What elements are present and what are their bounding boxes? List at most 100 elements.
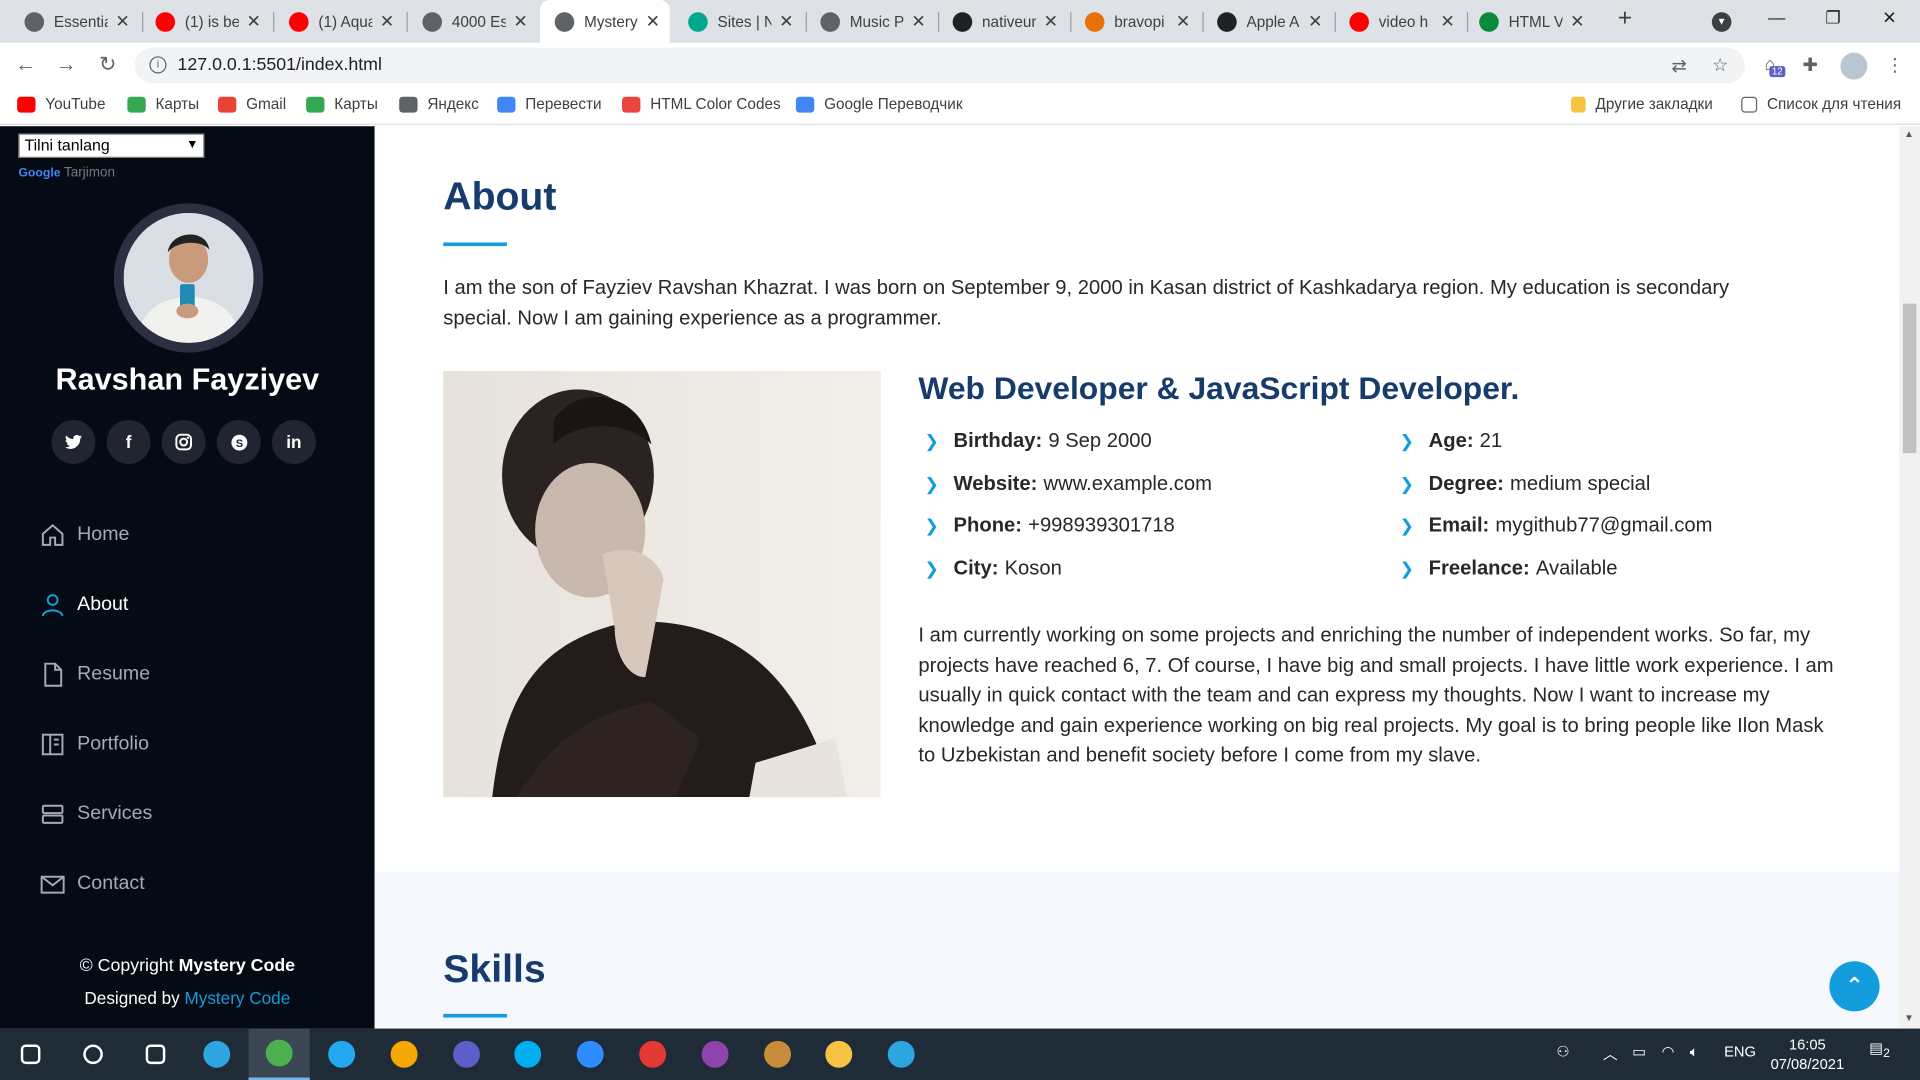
url-text[interactable]: 127.0.0.1:5501/index.html (178, 55, 382, 75)
clock[interactable]: 16:05 07/08/2021 (1758, 1035, 1856, 1074)
close-tab-icon[interactable]: ✕ (115, 11, 129, 32)
bookmark-item[interactable]: Перевести (497, 96, 602, 113)
nav-item-services[interactable]: Services (40, 796, 152, 833)
bookmark-item[interactable]: Яндекс (399, 96, 479, 113)
taskbar-app[interactable] (124, 1029, 185, 1080)
other-bookmarks[interactable]: Другие закладки (1571, 96, 1713, 113)
taskbar-app[interactable] (311, 1029, 372, 1080)
nav-item-resume[interactable]: Resume (40, 656, 150, 693)
other-bookmarks-label: Другие закладки (1595, 95, 1713, 113)
reading-list-icon (1741, 96, 1758, 113)
twitter-icon[interactable] (51, 420, 96, 465)
taskbar-app[interactable] (435, 1029, 496, 1080)
puzzle-icon[interactable]: ✚ (1802, 54, 1817, 76)
fact-item: ❯ Website: www.example.com (924, 472, 1211, 495)
bookmark-item[interactable]: Gmail (217, 96, 286, 113)
browser-tab[interactable]: HTML V ✕ (1464, 0, 1594, 43)
bookmark-item[interactable]: YouTube (17, 96, 105, 113)
tray-chevron-icon[interactable]: ︿ (1603, 1043, 1618, 1064)
close-window-icon[interactable]: ✕ (1871, 7, 1908, 28)
taskbar-app[interactable] (560, 1029, 621, 1080)
back-icon[interactable]: ← (12, 53, 39, 77)
language-select[interactable]: Tilni tanlang ▼ (18, 133, 205, 158)
taskbar-app[interactable] (62, 1029, 123, 1080)
nav-item-home[interactable]: Home (40, 517, 129, 554)
close-tab-icon[interactable]: ✕ (513, 11, 527, 32)
reload-icon[interactable]: ↻ (94, 53, 121, 77)
designer-link[interactable]: Mystery Code (184, 988, 290, 1008)
browser-tab[interactable]: Essentia ✕ (10, 0, 140, 43)
close-tab-icon[interactable]: ✕ (1176, 11, 1190, 32)
scroll-down-arrow-icon[interactable]: ▼ (1904, 1013, 1914, 1024)
language-indicator[interactable]: ENG (1724, 1043, 1756, 1060)
browser-tab[interactable]: 4000 Es ✕ (408, 0, 538, 43)
close-tab-icon[interactable]: ✕ (1308, 11, 1322, 32)
taskbar-app[interactable] (373, 1029, 434, 1080)
battery-icon[interactable]: ▭ (1632, 1043, 1646, 1060)
designed-by: Designed by Mystery Code (0, 988, 375, 1008)
close-tab-icon[interactable]: ✕ (1570, 11, 1584, 32)
bookmark-item[interactable]: Google Переводчик (795, 96, 963, 113)
browser-tab[interactable]: bravopi ✕ (1070, 0, 1200, 43)
page-scrollbar[interactable]: ▲ ▼ (1899, 126, 1920, 1029)
browser-tab[interactable]: (1) is be ✕ (141, 0, 271, 43)
taskbar-app[interactable] (498, 1029, 559, 1080)
scrollbar-thumb[interactable] (1902, 303, 1917, 454)
translate-page-icon[interactable]: ⇄ (1671, 55, 1686, 77)
browser-tab[interactable]: Apple A ✕ (1202, 0, 1332, 43)
new-tab-button[interactable]: + (1611, 5, 1638, 33)
people-icon[interactable]: ⚇ (1556, 1043, 1569, 1060)
scroll-up-arrow-icon[interactable]: ▲ (1904, 129, 1914, 140)
bookmark-label: Карты (155, 95, 200, 113)
close-tab-icon[interactable]: ✕ (1440, 11, 1454, 32)
reading-list[interactable]: Список для чтения (1741, 96, 1901, 113)
menu-icon[interactable]: ⋮ (1886, 54, 1904, 76)
restore-icon[interactable]: ❐ (1815, 7, 1852, 28)
bookmark-item[interactable]: HTML Color Codes (622, 96, 781, 113)
close-tab-icon[interactable]: ✕ (646, 11, 660, 32)
taskbar-app[interactable] (746, 1029, 807, 1080)
volume-icon[interactable]: 🔈︎ (1690, 1043, 1699, 1061)
close-tab-icon[interactable]: ✕ (779, 11, 793, 32)
close-tab-icon[interactable]: ✕ (246, 11, 260, 32)
facebook-icon[interactable]: f (106, 420, 151, 465)
browser-tab[interactable]: video h ✕ (1335, 0, 1465, 43)
nav-item-label: Portfolio (77, 733, 150, 755)
taskbar-app[interactable] (622, 1029, 683, 1080)
nav-item-contact[interactable]: Contact (40, 866, 145, 903)
taskbar-app[interactable] (0, 1029, 61, 1080)
taskbar-app[interactable] (871, 1029, 932, 1080)
bookmark-item[interactable]: Карты (306, 96, 378, 113)
notification-center-icon[interactable]: ▤2 (1867, 1040, 1891, 1064)
close-tab-icon[interactable]: ✕ (380, 11, 394, 32)
file-icon (40, 662, 64, 687)
envelope-icon (40, 872, 65, 896)
browser-tab[interactable]: Sites | N ✕ (673, 0, 803, 43)
taskbar-app[interactable] (809, 1029, 870, 1080)
browser-tab[interactable]: Music P ✕ (806, 0, 936, 43)
profile-avatar[interactable] (1840, 52, 1868, 80)
back-to-top-button[interactable]: ⌃ (1829, 961, 1880, 1012)
close-tab-icon[interactable]: ✕ (911, 11, 925, 32)
bookmark-item[interactable]: Карты (127, 96, 199, 113)
address-bar[interactable]: i 127.0.0.1:5501/index.html ⇄ ☆ (134, 47, 1745, 84)
minimize-icon[interactable]: — (1758, 7, 1795, 27)
close-tab-icon[interactable]: ✕ (1044, 11, 1058, 32)
nav-item-about[interactable]: About (40, 587, 128, 624)
bookmarks-bar: Другие закладки Список для чтения YouTub… (0, 88, 1920, 125)
skype-icon[interactable]: S (216, 420, 261, 465)
forward-icon[interactable]: → (53, 53, 80, 77)
instagram-icon[interactable] (161, 420, 206, 465)
linkedin-icon[interactable]: in (271, 420, 316, 465)
site-info-icon[interactable]: i (149, 56, 167, 74)
browser-tab[interactable]: nativeur ✕ (938, 0, 1068, 43)
taskbar-app[interactable] (684, 1029, 745, 1080)
taskbar-app[interactable] (248, 1028, 311, 1080)
bookmark-star-icon[interactable]: ☆ (1712, 54, 1728, 76)
browser-tab[interactable]: (1) Aqua ✕ (274, 0, 404, 43)
taskbar-app[interactable] (187, 1029, 248, 1080)
tab-search-icon[interactable]: ▼ (1711, 12, 1732, 32)
wifi-icon[interactable]: ◠ (1662, 1043, 1675, 1060)
browser-tab[interactable]: Mystery ✕ (540, 0, 670, 43)
nav-item-portfolio[interactable]: Portfolio (40, 726, 149, 763)
